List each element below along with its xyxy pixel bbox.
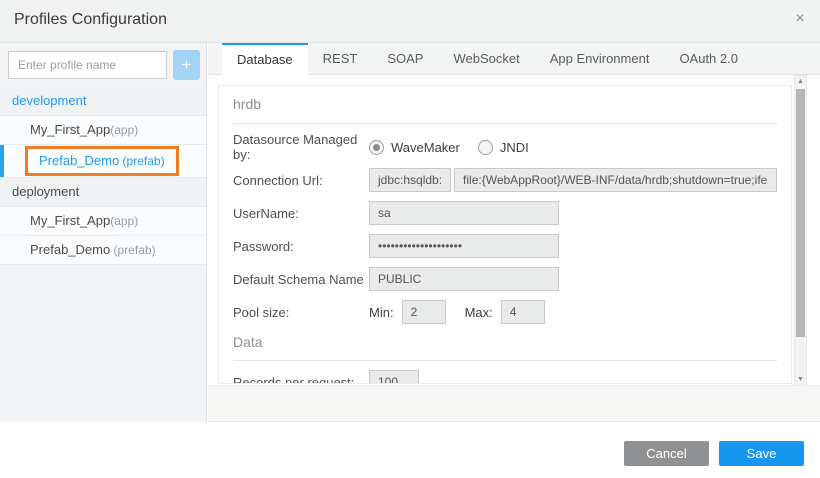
profile-type-suffix: (app) — [110, 214, 138, 228]
orange-highlight-box: Prefab_Demo (prefab) — [25, 146, 179, 176]
scroll-up-icon[interactable]: ▲ — [795, 78, 806, 85]
profile-name: My_First_App — [30, 122, 110, 137]
add-profile-button[interactable]: + — [173, 50, 200, 80]
password-input[interactable] — [369, 234, 559, 258]
username-label: UserName: — [233, 206, 369, 221]
tab-soap[interactable]: SOAP — [372, 43, 438, 74]
database-config-card: hrdb Datasource Managed by: WaveMaker JN… — [218, 85, 792, 384]
sidebar-item-my-first-app-deploy[interactable]: My_First_App(app) — [0, 207, 206, 236]
schema-row: Default Schema Name — [233, 267, 777, 291]
profile-type-suffix: (app) — [110, 123, 138, 137]
profile-name-input[interactable] — [8, 51, 167, 79]
group-label: deployment — [12, 184, 79, 199]
datasource-label: Datasource Managed by: — [233, 132, 369, 162]
sidebar-item-development[interactable]: development — [0, 87, 206, 116]
jdbc-prefix: jdbc:hsqldb: — [369, 168, 451, 192]
content-bottom-panel — [208, 385, 820, 422]
tab-app-environment[interactable]: App Environment — [535, 43, 665, 74]
scroll-down-icon[interactable]: ▼ — [795, 376, 806, 383]
profile-name: Prefab_Demo — [30, 242, 110, 257]
records-label: Records per request: — [233, 375, 369, 385]
profile-list: development My_First_App(app) Prefab_Dem… — [0, 87, 206, 265]
username-row: UserName: — [233, 201, 777, 225]
pool-size-label: Pool size: — [233, 305, 369, 320]
tab-database[interactable]: Database — [222, 43, 308, 75]
tab-oauth[interactable]: OAuth 2.0 — [664, 43, 753, 74]
datasource-row: Datasource Managed by: WaveMaker JNDI — [233, 135, 777, 159]
sidebar-item-my-first-app-dev[interactable]: My_First_App(app) — [0, 116, 206, 145]
section-title-hrdb: hrdb — [233, 86, 777, 124]
group-label: development — [12, 93, 86, 108]
tab-rest[interactable]: REST — [308, 43, 373, 74]
save-button[interactable]: Save — [719, 441, 804, 466]
pool-max-label: Max: — [465, 305, 493, 320]
pool-max-input[interactable] — [501, 300, 545, 324]
profile-type-suffix: (prefab) — [119, 154, 164, 168]
connection-url-input[interactable] — [454, 168, 777, 192]
schema-input[interactable] — [369, 267, 559, 291]
sidebar-item-prefab-demo-deploy[interactable]: Prefab_Demo (prefab) — [0, 236, 206, 265]
pool-size-row: Pool size: Min: Max: — [233, 300, 777, 324]
radio-jndi-label: JNDI — [500, 140, 529, 155]
profile-name: Prefab_Demo — [39, 153, 119, 168]
sidebar-item-deployment[interactable]: deployment — [0, 178, 206, 207]
radio-wavemaker[interactable] — [369, 140, 384, 155]
cancel-button[interactable]: Cancel — [624, 441, 709, 466]
profiles-sidebar: + development My_First_App(app) Prefab_D… — [0, 43, 207, 422]
password-label: Password: — [233, 239, 369, 254]
radio-jndi[interactable] — [478, 140, 493, 155]
records-input[interactable] — [369, 370, 419, 384]
profile-add-row: + — [0, 43, 206, 86]
records-row: Records per request: — [233, 370, 777, 384]
profile-type-suffix: (prefab) — [110, 243, 155, 257]
section-title-data: Data — [233, 326, 777, 361]
pool-min-input[interactable] — [402, 300, 446, 324]
schema-label: Default Schema Name — [233, 272, 369, 287]
scrollbar-thumb[interactable] — [796, 89, 805, 337]
close-icon[interactable]: × — [790, 9, 810, 29]
radio-wavemaker-label: WaveMaker — [391, 140, 460, 155]
vertical-scrollbar[interactable]: ▲ ▼ — [794, 75, 807, 386]
tab-websocket[interactable]: WebSocket — [438, 43, 534, 74]
pool-min-label: Min: — [369, 305, 394, 320]
password-row: Password: — [233, 234, 777, 258]
dialog-header: Profiles Configuration × — [0, 0, 820, 43]
connection-url-label: Connection Url: — [233, 173, 369, 188]
profile-name: My_First_App — [30, 213, 110, 228]
settings-tabbar: Database REST SOAP WebSocket App Environ… — [208, 43, 820, 75]
page-title: Profiles Configuration — [14, 11, 167, 29]
sidebar-item-prefab-demo-dev[interactable]: Prefab_Demo (prefab) — [0, 145, 206, 178]
connection-url-row: Connection Url: jdbc:hsqldb: — [233, 168, 777, 192]
username-input[interactable] — [369, 201, 559, 225]
selected-indicator-bar — [0, 145, 4, 177]
